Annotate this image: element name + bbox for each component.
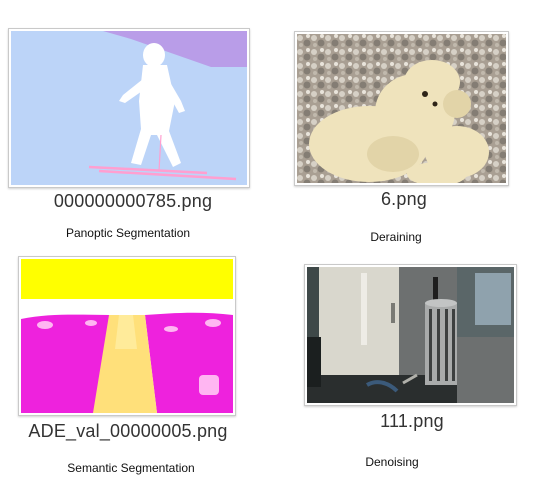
kitchen-thumbnail-icon xyxy=(307,267,514,403)
file-name[interactable]: 6.png xyxy=(381,189,427,210)
file-thumbnail-deraining[interactable] xyxy=(294,31,509,186)
panoptic-thumbnail-icon xyxy=(11,31,247,185)
task-caption: Deraining xyxy=(370,230,422,244)
file-thumbnail-panoptic[interactable] xyxy=(8,28,250,188)
file-name[interactable]: 111.png xyxy=(380,411,444,432)
file-name[interactable]: ADE_val_00000005.png xyxy=(28,421,227,442)
polar-bear-thumbnail-icon xyxy=(297,34,506,183)
file-thumbnail-semantic[interactable] xyxy=(18,256,236,416)
file-name[interactable]: 000000000785.png xyxy=(54,191,212,212)
task-caption: Panoptic Segmentation xyxy=(65,226,191,240)
file-thumbnail-denoising[interactable] xyxy=(304,264,517,406)
semantic-thumbnail-icon xyxy=(21,259,233,413)
task-caption: Semantic Segmentation xyxy=(67,461,195,475)
task-caption: Denoising xyxy=(365,455,419,469)
